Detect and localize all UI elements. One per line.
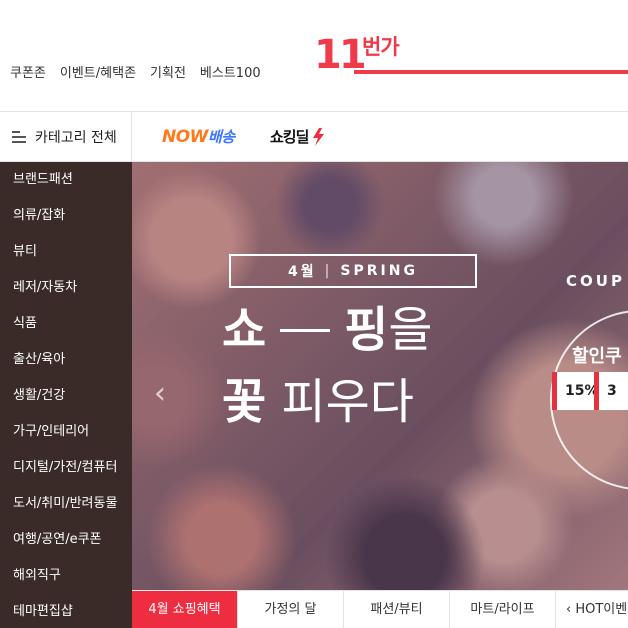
sidebar-item-baby[interactable]: 출산/육아 — [0, 342, 132, 378]
coupon-zone-link[interactable]: 쿠폰존 — [10, 62, 46, 81]
sidebar-item-food[interactable]: 식품 — [0, 306, 132, 342]
hero-word-eul: 을 — [388, 302, 433, 358]
now-delivery-link[interactable]: NOW배송 — [162, 126, 235, 147]
sidebar-item-beauty[interactable]: 뷰티 — [0, 234, 132, 270]
sidebar-item-living-health[interactable]: 생활/건강 — [0, 378, 132, 414]
tab-family-month[interactable]: 가정의 달 — [238, 591, 344, 628]
top-links: 쿠폰존 이벤트/혜택존 기획전 베스트100 — [10, 62, 261, 81]
hero-season: SPRING — [340, 263, 418, 279]
coupon-title: 할인쿠 — [572, 346, 622, 367]
sidebar-item-overseas[interactable]: 해외직구 — [0, 558, 132, 594]
hero-word-ping: 핑 — [344, 302, 389, 358]
hero-headline-2: 꽃 피우다 — [222, 374, 414, 430]
banner-tabs: 4월 쇼핑혜택 가정의 달 패션/뷰티 마트/라이프 ‹ HOT이벤 — [132, 590, 628, 628]
sidebar-item-theme-shop[interactable]: 테마편집샵 — [0, 594, 132, 628]
all-categories-label: 카테고리 전체 — [35, 130, 117, 146]
shocking-deal-link[interactable]: 쇼킹딜 — [270, 126, 326, 147]
shocking-deal-label: 쇼킹딜 — [270, 128, 309, 146]
tab-hot-event[interactable]: ‹ HOT이벤 — [556, 591, 628, 628]
sidebar-item-brand-fashion[interactable]: 브랜드패션 — [0, 162, 132, 198]
hero-month: 4월 — [288, 264, 317, 280]
tab-april-benefits[interactable]: 4월 쇼핑혜택 — [132, 591, 238, 628]
coupon-chip-3[interactable]: 3 — [594, 372, 628, 410]
category-bar: 카테고리 전체 NOW배송 쇼킹딜 — [0, 112, 628, 162]
tab-mart-life[interactable]: 마트/라이프 — [450, 591, 556, 628]
bolt-icon — [313, 127, 325, 146]
special-exhibition-link[interactable]: 기획전 — [150, 62, 186, 81]
logo-underline — [354, 70, 628, 74]
sidebar-item-digital[interactable]: 디지털/가전/컴퓨터 — [0, 450, 132, 486]
sidebar-item-clothing[interactable]: 의류/잡화 — [0, 198, 132, 234]
hero-word-piuda: 피우다 — [281, 374, 414, 430]
sidebar-item-books-pets[interactable]: 도서/취미/반려동물 — [0, 486, 132, 522]
coupon-label: COUP — [566, 272, 625, 290]
delivery-text: 배송 — [207, 128, 235, 146]
category-sidebar: 브랜드패션 의류/잡화 뷰티 레저/자동차 식품 출산/육아 생활/건강 가구/… — [0, 162, 132, 628]
chevron-left-icon[interactable]: ‹ — [154, 376, 166, 411]
sidebar-item-travel[interactable]: 여행/공연/e쿠폰 — [0, 522, 132, 558]
logo-name: 번가 — [362, 35, 400, 59]
hero-dash — [280, 328, 331, 332]
tab-fashion-beauty[interactable]: 패션/뷰티 — [344, 591, 450, 628]
hero-word-sho: 쇼 — [222, 302, 267, 358]
all-categories-button[interactable]: 카테고리 전체 — [0, 112, 132, 162]
coupon-chip-15[interactable]: 15% — [552, 372, 599, 410]
best100-link[interactable]: 베스트100 — [200, 62, 261, 81]
hero-season-frame: 4월 | SPRING — [229, 254, 477, 288]
event-zone-link[interactable]: 이벤트/혜택존 — [60, 62, 136, 81]
hero-divider: | — [324, 263, 333, 279]
menu-icon — [12, 131, 26, 143]
top-header: 쿠폰존 이벤트/혜택존 기획전 베스트100 11 번가 — [0, 0, 628, 112]
sidebar-item-leisure-auto[interactable]: 레저/자동차 — [0, 270, 132, 306]
sidebar-item-furniture[interactable]: 가구/인테리어 — [0, 414, 132, 450]
now-text: NOW — [162, 127, 208, 147]
hero-headline-1: 쇼 핑을 — [222, 302, 433, 358]
hero-word-kkot: 꽃 — [222, 374, 267, 430]
hero-banner[interactable]: 4월 | SPRING 쇼 핑을 꽃 피우다 ‹ COUP 할인쿠 15% 3 — [132, 162, 628, 590]
site-logo[interactable]: 11 번가 — [314, 34, 628, 78]
